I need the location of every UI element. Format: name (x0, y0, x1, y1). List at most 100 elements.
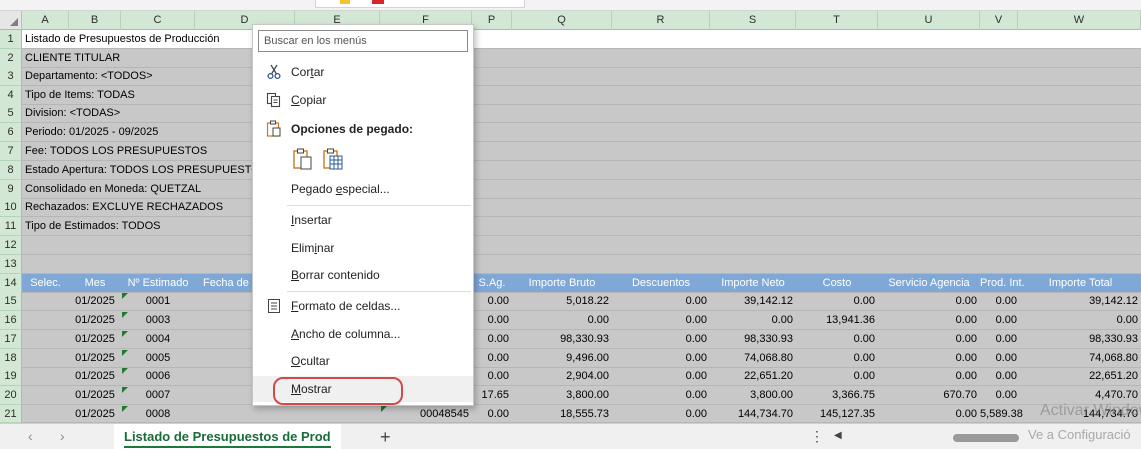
cell-neto[interactable]: 39,142.12 (710, 292, 796, 311)
menu-item-cortar[interactable]: Cortar (253, 59, 473, 85)
cell-sag[interactable]: 0.00 (472, 330, 512, 349)
cell-serv[interactable]: 670.70 (878, 386, 980, 405)
cell-serv[interactable]: 0.00 (878, 367, 980, 386)
row-header-14[interactable]: 14 (0, 274, 22, 293)
cell-desc[interactable]: 0.00 (612, 405, 710, 424)
error-indicator-icon[interactable] (122, 312, 128, 318)
row-header-12[interactable]: 12 (0, 236, 22, 255)
row-header-2[interactable]: 2 (0, 49, 22, 68)
cell-costo[interactable]: 3,366.75 (796, 386, 878, 405)
cell-num[interactable]: 0001 (121, 292, 195, 311)
horizontal-scrollbar-thumb[interactable] (953, 434, 1019, 442)
cell-num[interactable]: 0008 (121, 405, 195, 424)
report-row[interactable]: Rechazados: EXCLUYE RECHAZADOS (22, 198, 1141, 217)
cell-sag[interactable]: 0.00 (472, 367, 512, 386)
cell-costo[interactable]: 13,941.36 (796, 311, 878, 330)
row-header-8[interactable]: 8 (0, 161, 22, 180)
cell-desc[interactable]: 0.00 (612, 330, 710, 349)
cell-sag[interactable]: 0.00 (472, 405, 512, 424)
cell-bruto[interactable]: 2,904.00 (512, 367, 612, 386)
row-header-15[interactable]: 15 (0, 292, 22, 311)
error-indicator-icon[interactable] (122, 293, 128, 299)
column-header-v[interactable]: V (980, 11, 1018, 30)
menu-item-pegado-especial[interactable]: Pegado especial... (253, 176, 473, 202)
sheet-tab-active[interactable]: Listado de Presupuestos de Prod (114, 424, 341, 449)
sheet-nav-prev-icon[interactable]: ‹ (28, 428, 33, 444)
more-options-icon[interactable]: ⋮ (810, 428, 824, 445)
row-header-3[interactable]: 3 (0, 67, 22, 86)
cell-num[interactable]: 0004 (121, 330, 195, 349)
table-row[interactable]: 01/2025 0007 17.65 3,800.00 0.00 3,800.00 3,36… (22, 386, 1141, 405)
cell-neto[interactable]: 22,651.20 (710, 367, 796, 386)
cell-bruto[interactable]: 98,330.93 (512, 330, 612, 349)
cell-num[interactable]: 0007 (121, 386, 195, 405)
cell-costo[interactable]: 0.00 (796, 349, 878, 368)
row-header-21[interactable]: 21 (0, 405, 22, 423)
cell-desc[interactable]: 0.00 (612, 367, 710, 386)
row-header-6[interactable]: 6 (0, 123, 22, 142)
cell-mes[interactable]: 01/2025 (69, 386, 121, 405)
cell-prod[interactable]: 0.00 (980, 311, 1020, 330)
menu-item-insertar[interactable]: Insertar (253, 207, 473, 233)
row-header-11[interactable]: 11 (0, 217, 22, 236)
sheet-nav-next-icon[interactable]: › (60, 428, 65, 444)
cell-bruto[interactable]: 3,800.00 (512, 386, 612, 405)
column-header-p[interactable]: P (472, 11, 512, 30)
cell-total[interactable]: 0.00 (1020, 311, 1141, 330)
cell-num[interactable]: 0005 (121, 349, 195, 368)
error-indicator-icon[interactable] (122, 350, 128, 356)
menu-item-ancho-columna[interactable]: Ancho de columna... (253, 321, 473, 347)
cell-serv[interactable]: 0.00 (878, 405, 980, 424)
table-row[interactable]: 01/2025 0008 00048545 0.00 18,555.73 0.00 144,… (22, 405, 1141, 423)
cell-desc[interactable]: 0.00 (612, 349, 710, 368)
report-row[interactable]: Tipo de Items: TODAS (22, 86, 1141, 105)
cell-prod[interactable]: 0.00 (980, 386, 1020, 405)
report-row[interactable]: Periodo: 01/2025 - 09/2025 (22, 123, 1141, 142)
cell-serv[interactable]: 0.00 (878, 330, 980, 349)
cell-prod[interactable]: 5,589.38 (980, 405, 1023, 424)
cell-mes[interactable]: 01/2025 (69, 292, 121, 311)
error-indicator-icon[interactable] (122, 406, 128, 412)
report-row[interactable]: Estado Apertura: TODOS LOS PRESUPUESTOS (22, 161, 1141, 180)
cell-sag[interactable]: 17.65 (472, 386, 512, 405)
column-header-c[interactable]: C (121, 11, 195, 30)
row-header-9[interactable]: 9 (0, 180, 22, 199)
cell-prod[interactable]: 0.00 (980, 330, 1020, 349)
cell-serv[interactable]: 0.00 (878, 311, 980, 330)
table-header-row[interactable]: Selec. Mes Nº Estimado Fecha de S.Ag. Im… (22, 274, 1141, 293)
column-header-r[interactable]: R (612, 11, 710, 30)
cell-num[interactable]: 0003 (121, 311, 195, 330)
column-header-s[interactable]: S (710, 11, 796, 30)
cell-mes[interactable]: 01/2025 (69, 367, 121, 386)
table-row[interactable]: 01/2025 0003 0.00 0.00 0.00 0.00 13,941.36 0.00… (22, 311, 1141, 330)
error-indicator-icon[interactable] (122, 331, 128, 337)
row-header-1[interactable]: 1 (0, 30, 22, 49)
cell-bruto[interactable]: 5,018.22 (512, 292, 612, 311)
cell-prod[interactable]: 0.00 (980, 367, 1020, 386)
cell-serv[interactable]: 0.00 (878, 349, 980, 368)
table-row[interactable]: 01/2025 0004 0.00 98,330.93 0.00 98,330.93 0.0… (22, 330, 1141, 349)
error-indicator-icon[interactable] (122, 368, 128, 374)
cell-mes[interactable]: 01/2025 (69, 311, 121, 330)
cell-bruto[interactable]: 18,555.73 (512, 405, 612, 424)
cell-desc[interactable]: 0.00 (612, 386, 710, 405)
report-row[interactable]: Division: <TODAS> (22, 104, 1141, 123)
empty-row[interactable] (22, 255, 1141, 274)
cell-neto[interactable]: 98,330.93 (710, 330, 796, 349)
cell-total[interactable]: 74,068.80 (1020, 349, 1141, 368)
cell-neto[interactable]: 3,800.00 (710, 386, 796, 405)
add-sheet-button[interactable]: + (380, 427, 391, 447)
report-row[interactable]: Tipo de Estimados: TODOS (22, 217, 1141, 236)
cell-desc[interactable]: 0.00 (612, 292, 710, 311)
cell-desc[interactable]: 0.00 (612, 311, 710, 330)
table-row[interactable]: 01/2025 0005 0.00 9,496.00 0.00 74,068.80 0.00… (22, 349, 1141, 368)
column-header-u[interactable]: U (878, 11, 980, 30)
cell-sag[interactable]: 0.00 (472, 311, 512, 330)
empty-row[interactable] (22, 236, 1141, 255)
cell-f[interactable]: 00048545 (380, 405, 472, 424)
report-row[interactable]: CLIENTE TITULAR (22, 49, 1141, 68)
select-all-corner[interactable] (0, 11, 22, 30)
menu-item-borrar-contenido[interactable]: Borrar contenido (253, 262, 473, 288)
menu-item-eliminar[interactable]: Eliminar (253, 235, 473, 261)
report-row[interactable]: Departamento: <TODOS> (22, 67, 1141, 86)
